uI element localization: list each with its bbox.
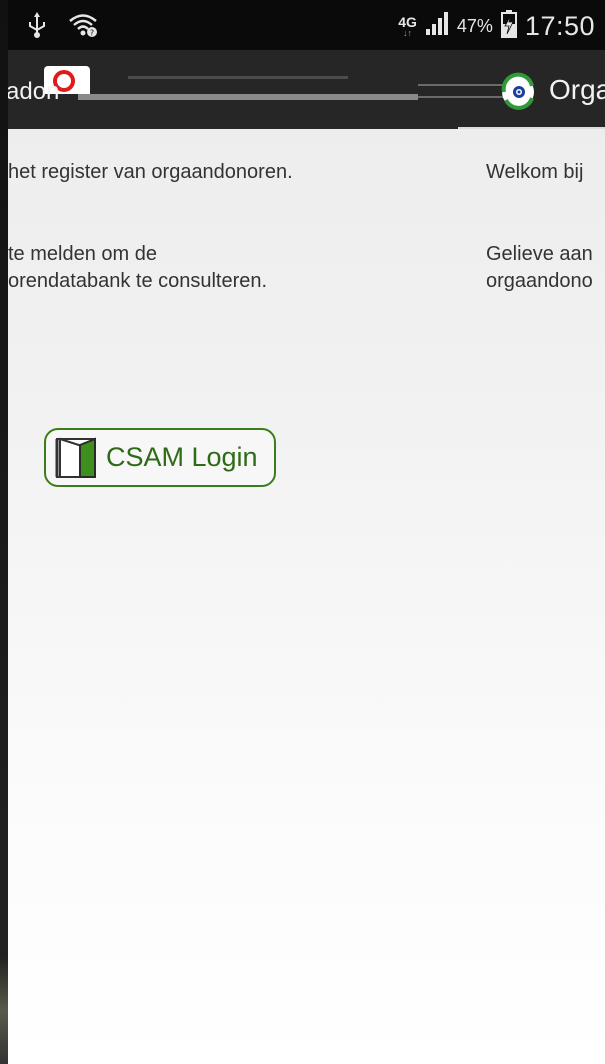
organ-donor-logo-icon[interactable] xyxy=(498,72,538,112)
door-icon xyxy=(54,436,98,480)
phone-screen: ? 4G ↓↑ 47% 17:50 adon Orga het register… xyxy=(8,0,605,1064)
welcome-text-right: Welkom bij xyxy=(486,161,584,183)
header-title-left: adon xyxy=(8,78,60,105)
instruction-text-left: te melden om de orendatabank te consulte… xyxy=(8,243,268,292)
header-title-right: Orga xyxy=(549,74,605,105)
rendering-artifact xyxy=(128,76,348,79)
welcome-text-left: het register van orgaandonoren. xyxy=(8,161,293,183)
instruction-text-right: Gelieve aan orgaandono xyxy=(486,243,593,292)
rendering-artifact xyxy=(78,94,418,100)
app-header: adon Orga xyxy=(8,0,605,129)
device-edge xyxy=(0,0,8,1064)
csam-login-label: CSAM Login xyxy=(106,442,258,472)
csam-login-button[interactable]: CSAM Login xyxy=(44,428,276,487)
tab-indicator xyxy=(458,127,605,129)
rendering-artifact xyxy=(418,84,508,98)
